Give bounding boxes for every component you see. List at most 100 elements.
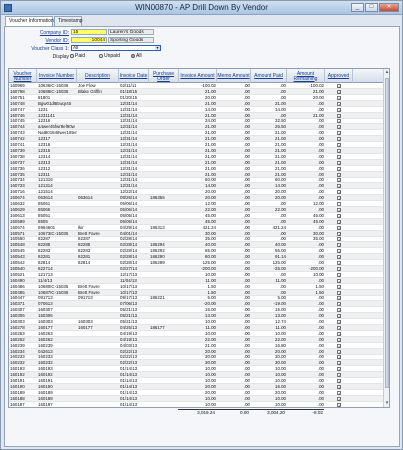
approved-checkbox-checked[interactable]: ✓ — [337, 178, 341, 183]
col-voucher-number[interactable]: Voucher Number — [9, 69, 37, 83]
col-approved[interactable]: Approved — [325, 69, 353, 83]
approved-checkbox-checked[interactable]: ✓ — [337, 390, 341, 395]
approved-checkbox-checked[interactable]: ✓ — [337, 379, 341, 384]
vendor-id-field[interactable]: 10044 — [71, 37, 107, 43]
display-unpaid-radio[interactable]: Unpaid — [99, 53, 120, 59]
approved-checkbox-checked[interactable]: ✓ — [337, 337, 341, 342]
cell-purchase-order — [149, 402, 179, 407]
approved-checkbox-checked[interactable]: ✓ — [337, 237, 341, 242]
approved-checkbox-checked[interactable]: ✓ — [337, 261, 341, 266]
close-button[interactable]: ✕ — [379, 3, 399, 12]
approved-checkbox-checked[interactable]: ✓ — [337, 119, 341, 124]
chevron-down-icon[interactable]: ▾ — [155, 46, 160, 50]
approved-checkbox-checked[interactable]: ✓ — [337, 384, 341, 389]
approved-checkbox-checked[interactable]: ✓ — [337, 231, 341, 236]
approved-checkbox-checked[interactable]: ✓ — [337, 172, 341, 177]
company-id-link[interactable]: Company ID: — [25, 30, 69, 36]
approved-checkbox-checked[interactable]: ✓ — [337, 296, 341, 301]
approved-checkbox-checked[interactable]: ✓ — [337, 266, 341, 271]
approved-checkbox-checked[interactable]: ✓ — [337, 272, 341, 277]
radio-icon — [70, 53, 74, 58]
cell-voucher-number[interactable]: 160187 — [9, 402, 37, 407]
approved-checkbox-checked[interactable]: ✓ — [337, 396, 341, 401]
approved-checkbox[interactable] — [337, 202, 341, 206]
approved-checkbox-checked[interactable]: ✓ — [337, 131, 341, 136]
col-amount-remaining[interactable]: Amount Remaining — [287, 69, 325, 83]
col-purchase-order[interactable]: Purchase Order — [149, 69, 179, 83]
approved-checkbox-checked[interactable]: ✓ — [337, 325, 341, 330]
approved-checkbox-checked[interactable]: ✓ — [337, 361, 341, 366]
approved-checkbox-checked[interactable]: ✓ — [337, 190, 341, 195]
approved-checkbox-checked[interactable]: ✓ — [337, 308, 341, 313]
approved-checkbox-checked[interactable]: ✓ — [337, 402, 341, 407]
cell-amount-paid: 10.00 — [275, 401, 286, 407]
minimize-button[interactable]: _ — [351, 3, 364, 12]
approved-checkbox-checked[interactable]: ✓ — [337, 255, 341, 260]
approved-checkbox-checked[interactable]: ✓ — [337, 166, 341, 171]
cell-memo-amount: .00 — [243, 401, 250, 407]
approved-checkbox-checked[interactable]: ✓ — [337, 154, 341, 159]
approved-checkbox-checked[interactable]: ✓ — [337, 278, 341, 283]
company-name-field: Lauren's Goods — [108, 29, 154, 35]
approved-checkbox-checked[interactable]: ✓ — [337, 331, 341, 336]
title-bar: WIN00870 - AP Drill Down By Vendor _ □ ✕ — [1, 1, 402, 15]
col-invoice-date[interactable]: Invoice Date — [119, 69, 149, 83]
approved-checkbox-checked[interactable]: ✓ — [337, 302, 341, 307]
display-all-radio[interactable]: All — [131, 53, 142, 59]
total-invoice-amount: 3,019.24 — [178, 409, 216, 415]
approved-checkbox-checked[interactable]: ✓ — [337, 113, 341, 118]
approved-checkbox-checked[interactable]: ✓ — [337, 95, 341, 100]
approved-checkbox-checked[interactable]: ✓ — [337, 343, 341, 348]
approved-checkbox-checked[interactable]: ✓ — [337, 89, 341, 94]
display-paid-radio[interactable]: Paid — [70, 53, 85, 59]
approved-checkbox-checked[interactable]: ✓ — [337, 219, 341, 224]
company-id-field[interactable]: 15 — [71, 29, 107, 35]
approved-checkbox-checked[interactable]: ✓ — [337, 249, 341, 254]
approved-checkbox-checked[interactable]: ✓ — [337, 207, 341, 212]
col-invoice-amount[interactable]: Invoice Amount — [179, 69, 217, 83]
col-invoice-number[interactable]: Invoice Number — [37, 69, 77, 83]
col-amount-paid[interactable]: Amount Paid — [251, 69, 287, 83]
approved-checkbox-checked[interactable]: ✓ — [337, 290, 341, 295]
col-description[interactable]: Description — [77, 69, 119, 83]
approved-checkbox-checked[interactable]: ✓ — [337, 160, 341, 165]
approved-checkbox-checked[interactable]: ✓ — [337, 373, 341, 378]
scroll-up-icon[interactable]: ▴ — [384, 69, 389, 76]
approved-checkbox-checked[interactable]: ✓ — [337, 314, 341, 319]
approved-checkbox-checked[interactable]: ✓ — [337, 184, 341, 189]
approved-checkbox-checked[interactable]: ✓ — [337, 137, 341, 142]
cell-invoice-amount: 10.00 — [205, 401, 216, 407]
radio-selected-icon — [131, 53, 135, 58]
app-window: WIN00870 - AP Drill Down By Vendor _ □ ✕… — [0, 0, 403, 450]
approved-checkbox-checked[interactable]: ✓ — [337, 320, 341, 325]
approved-checkbox-checked[interactable]: ✓ — [337, 355, 341, 360]
col-memo-amount[interactable]: Memo Amount — [217, 69, 251, 83]
approved-checkbox-checked[interactable]: ✓ — [337, 125, 341, 130]
approved-checkbox-checked[interactable]: ✓ — [337, 225, 341, 230]
radio-icon — [99, 53, 103, 58]
approved-checkbox-checked[interactable]: ✓ — [337, 349, 341, 354]
approved-checkbox-checked[interactable]: ✓ — [337, 367, 341, 372]
cell-invoice-date: 01/14/13 — [120, 401, 138, 407]
tab-timestamp[interactable]: Timestamp — [54, 16, 83, 26]
approved-checkbox-checked[interactable]: ✓ — [337, 101, 341, 106]
window-title: WIN00870 - AP Drill Down By Vendor — [135, 3, 268, 12]
scroll-down-icon[interactable]: ▾ — [384, 400, 389, 407]
vendor-id-link[interactable]: Vendor ID: — [25, 38, 69, 44]
approved-checkbox-checked[interactable]: ✓ — [337, 148, 341, 153]
approved-checkbox-checked[interactable]: ✓ — [337, 213, 341, 218]
maximize-button[interactable]: □ — [365, 3, 378, 12]
grid-rows: 160969 10636IC-15035 Joe Flow 02/11/11 -100.… — [9, 83, 383, 407]
approved-checkbox-checked[interactable]: ✓ — [337, 243, 341, 248]
approved-checkbox-checked[interactable]: ✓ — [337, 143, 341, 148]
cell-amount-remaining: .00 — [317, 401, 324, 407]
approved-checkbox-checked[interactable]: ✓ — [337, 196, 341, 201]
approved-checkbox-checked[interactable]: ✓ — [337, 284, 341, 289]
scroll-thumb[interactable] — [385, 78, 389, 388]
table-row[interactable]: 160187 160187 01/14/13 10.00 .00 10.00 .00 ✓ — [9, 401, 383, 407]
approved-checkbox-checked[interactable]: ✓ — [337, 107, 341, 112]
vertical-scrollbar[interactable]: ▴ ▾ — [383, 69, 389, 407]
approved-checkbox-checked[interactable]: ✓ — [337, 84, 341, 89]
tab-voucher-information[interactable]: Voucher Information — [5, 16, 54, 26]
voucher-class-select[interactable]: All ▾ — [71, 45, 161, 51]
